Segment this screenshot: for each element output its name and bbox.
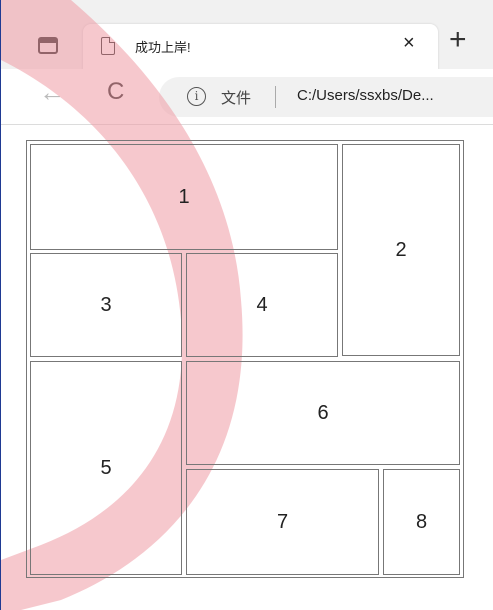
browser-window: 成功上岸! × + ← C i 文件 C:/Users/ssxbs/De... … xyxy=(0,0,493,610)
table-cell: 4 xyxy=(186,253,338,357)
table-cell: 1 xyxy=(30,144,338,250)
address-bar[interactable]: i 文件 C:/Users/ssxbs/De... xyxy=(159,77,493,117)
table-cell: 5 xyxy=(30,361,182,575)
tab-actions-icon xyxy=(38,36,58,54)
table-cell: 3 xyxy=(30,253,182,357)
address-scheme-label: 文件 xyxy=(221,90,252,107)
document-icon xyxy=(101,37,115,55)
tab-title: 成功上岸! xyxy=(135,40,191,55)
layout-table: 1 2 3 4 5 6 7 8 xyxy=(26,140,464,578)
table-cell: 8 xyxy=(383,469,460,575)
toolbar: ← C i 文件 C:/Users/ssxbs/De... xyxy=(1,69,493,125)
table-cell: 2 xyxy=(342,144,460,356)
tab-bar: 成功上岸! × + xyxy=(1,0,493,70)
refresh-button[interactable]: C xyxy=(107,78,124,106)
address-separator xyxy=(275,86,276,108)
info-icon[interactable]: i xyxy=(187,87,206,106)
tab-actions-button[interactable] xyxy=(25,28,71,62)
table-cell: 6 xyxy=(186,361,460,465)
table-cell: 7 xyxy=(186,469,379,575)
new-tab-button[interactable]: + xyxy=(449,25,467,55)
back-button[interactable]: ← xyxy=(39,77,65,108)
address-url[interactable]: C:/Users/ssxbs/De... xyxy=(297,87,434,104)
tab-close-button[interactable]: × xyxy=(403,33,415,53)
tab-active[interactable]: 成功上岸! × xyxy=(83,24,438,70)
